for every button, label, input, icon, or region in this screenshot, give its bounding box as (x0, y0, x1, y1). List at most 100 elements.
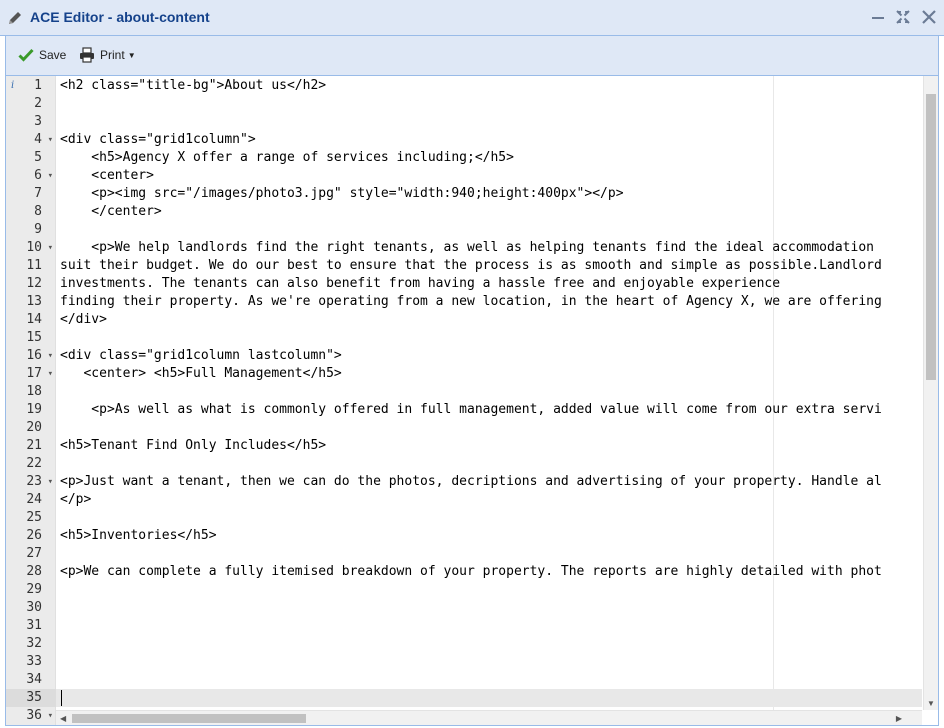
gutter-row: 35 (6, 689, 56, 707)
gutter-row: 3 (6, 113, 56, 131)
line-number: 23 (26, 474, 42, 489)
line-number: 28 (26, 564, 42, 579)
line-number-gutter: i 1 2 3 4 ▾ 5 6 ▾ 7 8 9 10 ▾ 11 12 13 14 15 16 ▾ 17 ▾ 18 19 20 21 2… (6, 76, 56, 725)
scroll-right-icon[interactable]: ▶ (896, 714, 902, 723)
line-number: 24 (26, 492, 42, 507)
line-number: 32 (26, 636, 42, 651)
gutter-row: 18 (6, 383, 56, 401)
fold-toggle-icon[interactable]: ▾ (48, 131, 53, 149)
vertical-scroll-thumb[interactable] (926, 94, 936, 380)
line-number: 35 (26, 690, 42, 705)
line-number: 20 (26, 420, 42, 435)
gutter-row: 33 (6, 653, 56, 671)
code-line: <div class="grid1column"> (60, 132, 256, 147)
line-number: 9 (34, 222, 42, 237)
pencil-icon (9, 12, 21, 24)
code-line: suit their budget. We do our best to ens… (60, 258, 882, 273)
line-number: 14 (26, 312, 42, 327)
line-number: 11 (26, 258, 42, 273)
gutter-row: 13 (6, 293, 56, 311)
vertical-scrollbar[interactable]: ▼ (923, 76, 938, 710)
gutter-row: 28 (6, 563, 56, 581)
code-editor[interactable]: i 1 2 3 4 ▾ 5 6 ▾ 7 8 9 10 ▾ 11 12 13 14 15 16 ▾ 17 ▾ 18 19 20 21 2… (5, 75, 939, 726)
gutter-row: 26 (6, 527, 56, 545)
gutter-row: 24 (6, 491, 56, 509)
gutter-row: 25 (6, 509, 56, 527)
gutter-row: 4 ▾ (6, 131, 56, 149)
toolbar: Save Print ▼ (5, 36, 939, 75)
line-number: 34 (26, 672, 42, 687)
line-number: 22 (26, 456, 42, 471)
code-line: <p>We help landlords find the right tena… (60, 240, 874, 255)
save-button-label: Save (39, 48, 67, 62)
line-number: 19 (26, 402, 42, 417)
code-line: <center> <h5>Full Management</h5> (60, 366, 342, 381)
gutter-row: 27 (6, 545, 56, 563)
close-icon[interactable] (921, 9, 937, 25)
code-line: <h5>Tenant Find Only Includes</h5> (60, 438, 327, 453)
print-button-label: Print (100, 48, 125, 62)
fold-toggle-icon[interactable]: ▾ (48, 707, 53, 725)
gutter-row: 5 (6, 149, 56, 167)
code-line: <p>Just want a tenant, then we can do th… (60, 474, 882, 489)
minimize-icon[interactable] (870, 9, 886, 25)
save-button[interactable]: Save (18, 44, 66, 66)
print-button[interactable]: Print ▼ (79, 44, 136, 66)
printer-icon (80, 47, 94, 63)
code-line: <p><img src="/images/photo3.jpg" style="… (60, 186, 624, 201)
line-number: 6 (34, 168, 42, 183)
gutter-row: 14 (6, 311, 56, 329)
gutter-row: 34 (6, 671, 56, 689)
gutter-row: 9 (6, 221, 56, 239)
code-line: <div class="grid1column lastcolumn"> (60, 348, 342, 363)
line-number: 15 (26, 330, 42, 345)
code-line: </div> (60, 312, 107, 327)
gutter-row: 29 (6, 581, 56, 599)
code-line: <p>As well as what is commonly offered i… (60, 402, 882, 417)
gutter-row: 12 (6, 275, 56, 293)
scroll-left-icon[interactable]: ◀ (60, 714, 66, 723)
checkmark-icon (18, 48, 34, 62)
line-number: 10 (26, 240, 42, 255)
gutter-row: 6 ▾ (6, 167, 56, 185)
code-line: <h2 class="title-bg">About us</h2> (60, 78, 327, 93)
gutter-row: 21 (6, 437, 56, 455)
code-line: <p>We can complete a fully itemised brea… (60, 564, 882, 579)
line-number: 21 (26, 438, 42, 453)
line-number: 3 (34, 114, 42, 129)
gutter-row: 16 ▾ (6, 347, 56, 365)
line-number: 36 (26, 708, 42, 723)
line-number: 33 (26, 654, 42, 669)
line-number: 4 (34, 132, 42, 147)
gutter-row: 10 ▾ (6, 239, 56, 257)
code-line: </center> (60, 204, 162, 219)
scroll-down-icon[interactable]: ▼ (927, 699, 935, 708)
horizontal-scrollbar[interactable]: ◀ ▶ (56, 710, 922, 725)
window-title: ACE Editor - about-content (30, 9, 210, 25)
gutter-row: 19 (6, 401, 56, 419)
code-line: <h5>Inventories</h5> (60, 528, 217, 543)
maximize-icon[interactable] (895, 9, 911, 25)
gutter-row: 31 (6, 617, 56, 635)
gutter-row: 8 (6, 203, 56, 221)
info-annotation-icon[interactable]: i (11, 77, 14, 95)
line-number: 29 (26, 582, 42, 597)
fold-toggle-icon[interactable]: ▾ (48, 347, 53, 365)
code-line: <h5>Agency X offer a range of services i… (60, 150, 514, 165)
line-number: 17 (26, 366, 42, 381)
code-line: investments. The tenants can also benefi… (60, 276, 781, 291)
horizontal-scroll-thumb[interactable] (72, 714, 306, 723)
code-area[interactable]: <h2 class="title-bg">About us</h2> <div c… (60, 76, 922, 725)
gutter-row: 22 (6, 455, 56, 473)
fold-toggle-icon[interactable]: ▾ (48, 365, 53, 383)
line-number: 2 (34, 96, 42, 111)
line-number: 26 (26, 528, 42, 543)
gutter-row: 15 (6, 329, 56, 347)
line-number: 31 (26, 618, 42, 633)
line-number: 30 (26, 600, 42, 615)
fold-toggle-icon[interactable]: ▾ (48, 239, 53, 257)
line-number: 18 (26, 384, 42, 399)
code-line: </p> (60, 492, 92, 507)
fold-toggle-icon[interactable]: ▾ (48, 473, 53, 491)
fold-toggle-icon[interactable]: ▾ (48, 167, 53, 185)
